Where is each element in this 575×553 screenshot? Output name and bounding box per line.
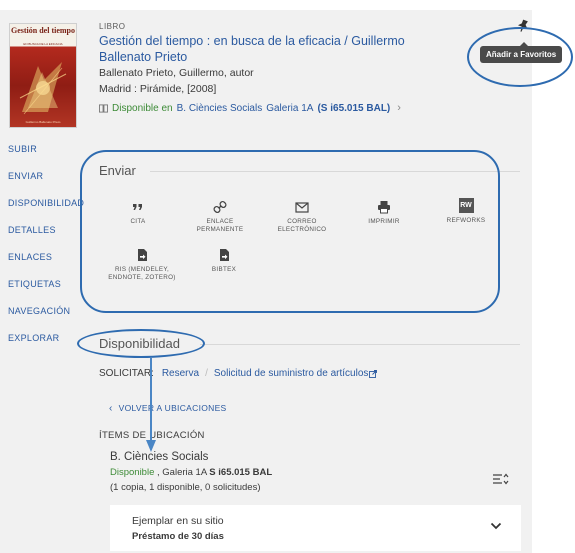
highlight-box-send (80, 150, 500, 313)
location-status-line: Disponible , Galeria 1A S i65.015 BAL (110, 467, 272, 478)
item-status: Ejemplar en su sitio (132, 515, 224, 527)
highlight-circle-availability (77, 329, 205, 358)
record-title-link[interactable]: Gestión del tiempo : en busca de la efic… (99, 33, 429, 65)
availability-library: B. Ciències Socials (176, 102, 263, 114)
availability-status: Disponible en (112, 102, 173, 114)
location-status: Disponible (110, 467, 155, 478)
record-type-label: LIBRO (99, 22, 126, 31)
article-supply-request-link[interactable]: Solicitud de suministro de artículos (214, 368, 369, 379)
sort-filter-icon[interactable] (492, 472, 510, 486)
external-link-icon (369, 369, 378, 378)
highlight-circle-favorites (467, 27, 573, 87)
location-detail: , Galeria 1A (154, 467, 210, 478)
location-counts: (1 copia, 1 disponible, 0 solicitudes) (110, 482, 261, 493)
record-publisher: Madrid : Pirámide, [2008] (99, 83, 217, 95)
nav-item-subir[interactable]: SUBIR (8, 144, 37, 154)
cover-artwork (19, 62, 67, 115)
nav-item-enviar[interactable]: ENVIAR (8, 171, 43, 181)
availability-section-divider (200, 344, 520, 345)
chevron-down-icon[interactable] (490, 521, 502, 531)
record-author: Ballenato Prieto, Guillermo, autor (99, 67, 254, 79)
location-name: B. Ciències Socials (110, 451, 209, 463)
cover-footer: Guillermo Ballenato Prieto (25, 120, 61, 124)
back-to-locations-label: VOLVER A UBICACIONES (118, 403, 227, 413)
chevron-left-icon: ‹ (109, 403, 113, 414)
cover-title: Gestión del tiempo (11, 26, 75, 35)
request-separator: / (205, 368, 208, 379)
reserve-link[interactable]: Reserva (162, 368, 199, 379)
location-callnumber: S i65.015 BAL (209, 467, 273, 478)
availability-location: Galeria 1A (266, 102, 314, 114)
chevron-right-icon: › (397, 102, 401, 114)
cover-subtitle: EN BUSCA DE LA EFICACIA (23, 42, 63, 46)
book-cover-image[interactable]: Gestión del tiempo EN BUSCA DE LA EFICAC… (9, 23, 77, 128)
back-to-locations-link[interactable]: ‹ VOLVER A UBICACIONES (109, 403, 227, 414)
request-row: SOLICITAR: Reserva / Solicitud de sumini… (99, 368, 378, 379)
item-loan-policy: Préstamo de 30 días (132, 531, 224, 542)
nav-item-etiquetas[interactable]: ETIQUETAS (8, 279, 61, 289)
nav-item-navegacion[interactable]: NAVEGACIÓN (8, 306, 70, 316)
availability-callnumber: (S i65.015 BAL) (317, 102, 391, 114)
availability-link[interactable]: Disponible en B. Ciències Socials Galeri… (99, 102, 401, 114)
nav-item-disponibilidad[interactable]: DISPONIBILIDAD (8, 198, 84, 208)
nav-item-detalles[interactable]: DETALLES (8, 225, 56, 235)
item-row[interactable]: Ejemplar en su sitio Préstamo de 30 días (110, 505, 521, 551)
annotation-arrow (146, 358, 156, 452)
nav-item-explorar[interactable]: EXPLORAR (8, 333, 59, 343)
book-icon (99, 103, 108, 113)
nav-item-enlaces[interactable]: ENLACES (8, 252, 52, 262)
